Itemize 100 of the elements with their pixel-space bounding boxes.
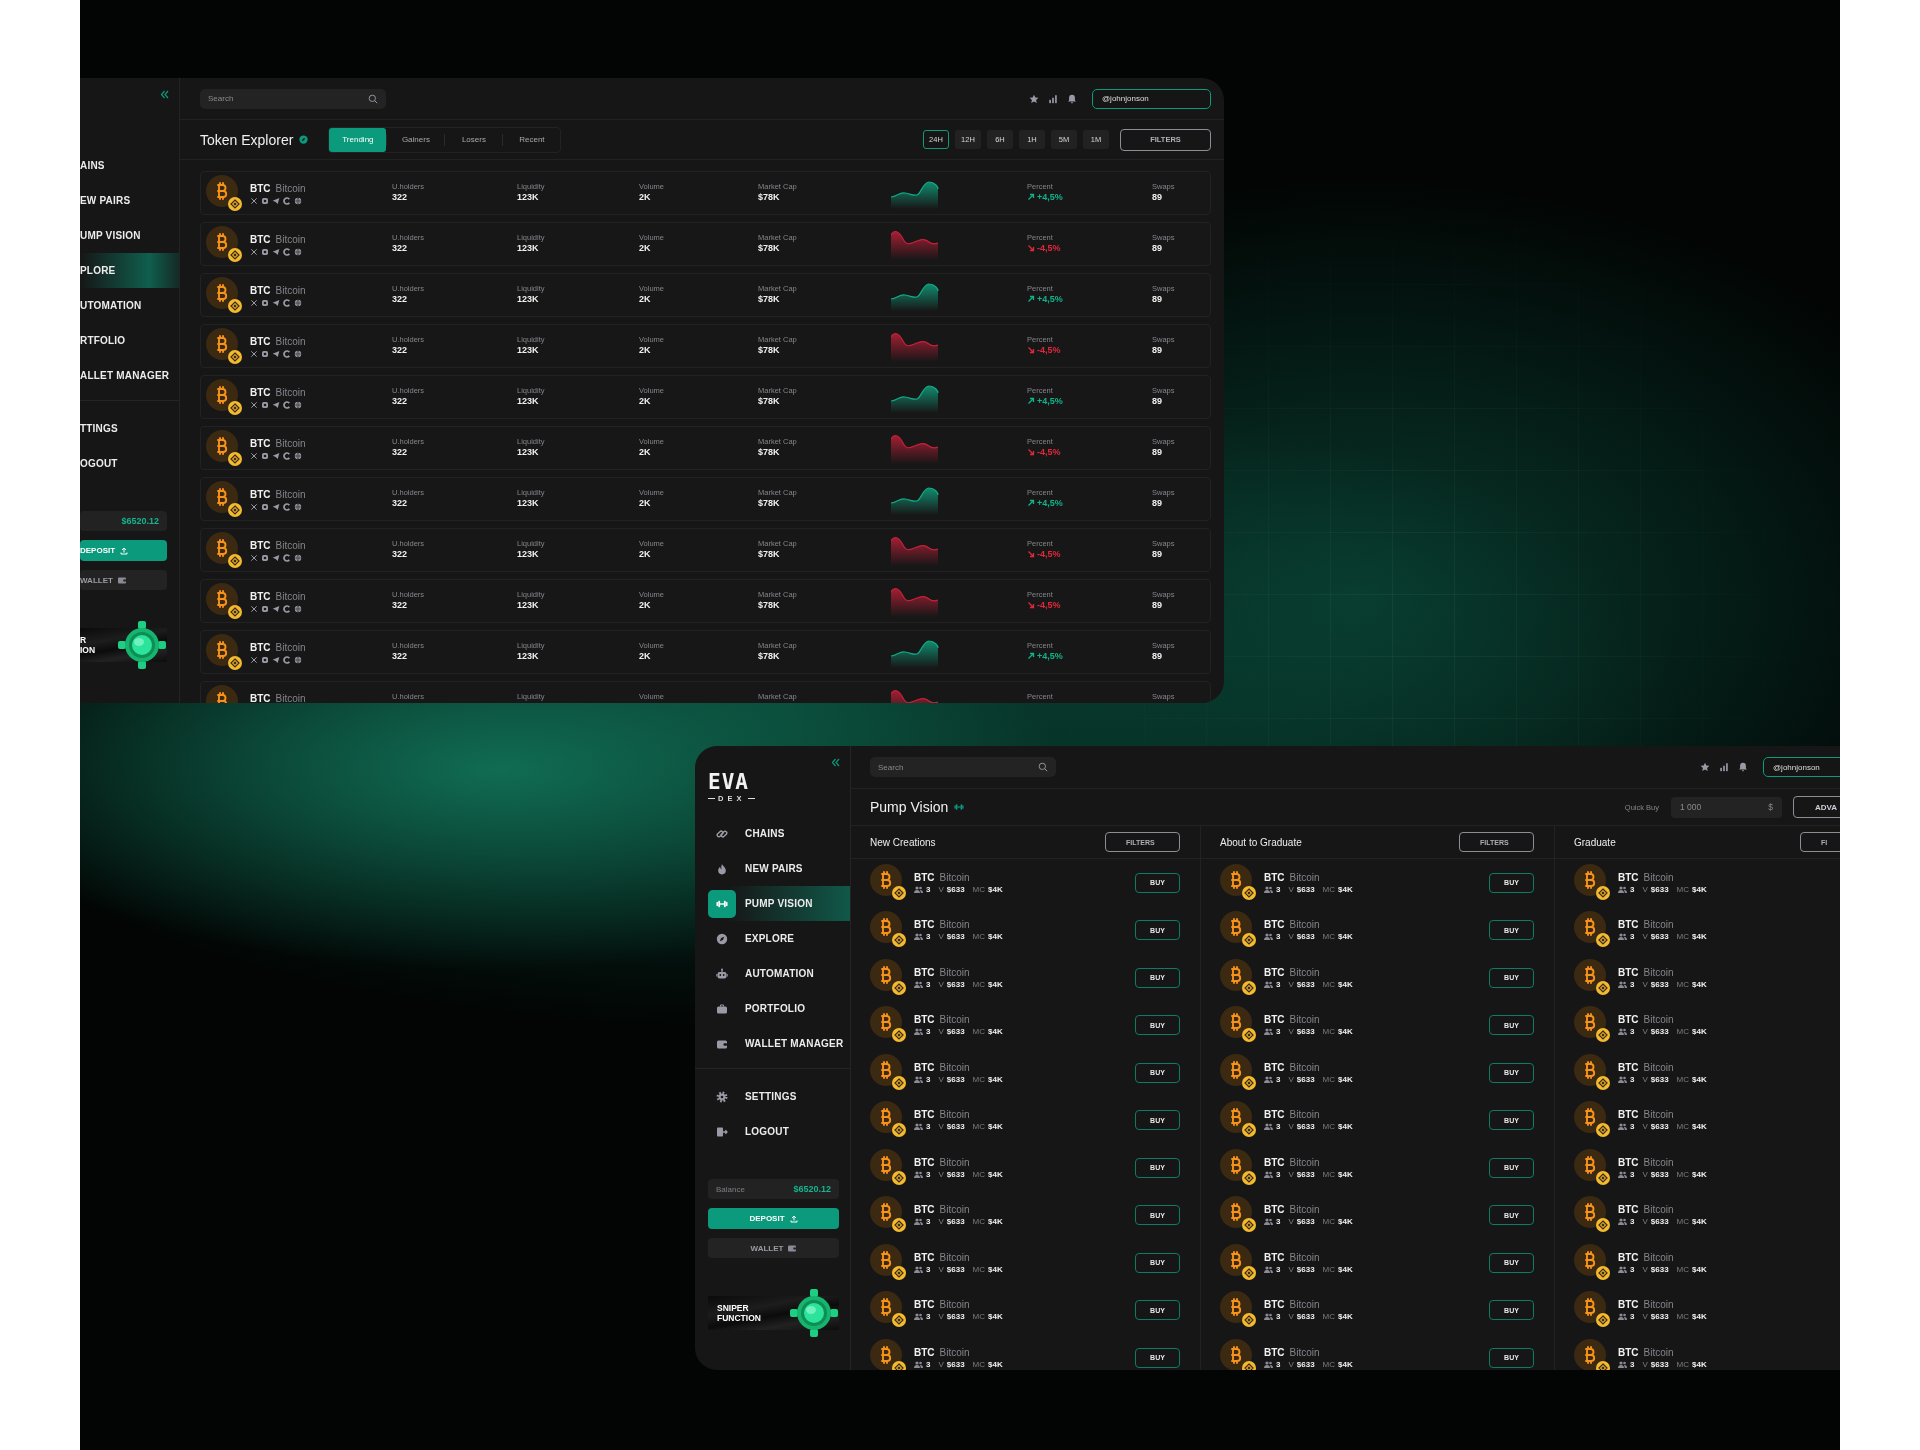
holders-count: 3 [1630,1312,1635,1322]
nav-item[interactable]: CHAINS [695,816,850,851]
c-logo-icon [283,350,291,358]
users-icon [1618,885,1627,893]
nav-item[interactable]: LOGOUT [695,1114,850,1149]
stat-value: $4K [1338,1074,1353,1084]
holders-count: 3 [1630,932,1635,942]
token-name: Bitcoin [939,966,970,978]
advanced-button[interactable]: ADVA [1793,796,1840,818]
token-symbol: BTC [1618,1346,1639,1358]
holders-count: 3 [1630,1217,1635,1227]
tab[interactable]: Gainers [387,127,445,152]
stat-label: MC [972,884,986,894]
bitcoin-coin-icon [1574,863,1612,902]
nav-item[interactable]: WALLET MANAGER [695,1026,850,1061]
nav-item[interactable]: PLORE [80,253,179,288]
arrow-up-right-icon [1027,295,1035,303]
token-name: Bitcoin [1643,1061,1674,1073]
stat-value: 123K [517,345,540,355]
users-icon [1618,1265,1627,1273]
stat-value: 2K [639,549,652,559]
bitcoin-coin-icon [870,1101,908,1140]
arrow-up-right-icon [1027,499,1035,507]
nav-item[interactable]: NEW PAIRS [695,851,850,886]
stat-value: $4K [988,884,1003,894]
stat-value: 123K [517,294,540,304]
bitcoin-coin-icon [206,481,244,519]
search-field[interactable]: Search [870,757,1056,777]
wallet-button[interactable]: WALLET [80,570,167,590]
bitcoin-coin-icon [1574,911,1612,950]
stat-value: 2K [639,651,652,661]
users-icon [1618,1170,1627,1178]
stat-value: $4K [988,1312,1003,1322]
stat-label: V [938,1027,944,1037]
arrow-up-right-icon [1027,397,1035,405]
token-symbol: BTC [1618,871,1639,883]
x-icon [250,605,258,613]
users-icon [1264,1313,1273,1321]
stat-value: $633 [1296,932,1315,942]
wallet-button[interactable]: WALLET [708,1238,839,1258]
collapse-icon[interactable] [831,758,840,767]
x-icon [250,350,258,358]
robot-icon [716,967,728,980]
logout-icon [716,1125,728,1138]
token-name: Bitcoin [1289,1204,1320,1216]
nav-item[interactable]: PORTFOLIO [695,991,850,1026]
nav-item[interactable]: OGOUT [80,446,179,481]
stat-value: 2K [639,600,652,610]
users-icon [914,1265,923,1273]
nav-item[interactable]: UTOMATION [80,288,179,323]
percent-change: +4,5% [1037,498,1063,508]
bitcoin-coin-icon [1220,1101,1258,1140]
users-icon [1264,1170,1273,1178]
stat-value: 123K [517,549,540,559]
user-button[interactable]: @johnjonson [1763,757,1840,777]
search-field[interactable]: Search [200,88,386,109]
nav-item[interactable]: SETTINGS [695,1079,850,1114]
stat-value: 89 [1152,447,1163,457]
stat-value: 89 [1152,600,1163,610]
percent-change: -4,5% [1037,447,1061,457]
users-icon [1264,1218,1273,1226]
user-button[interactable]: @johnjonson [1092,88,1211,109]
nav-item[interactable]: TTINGS [80,411,179,446]
paper-plane-icon [272,197,280,205]
bitcoin-coin-icon [870,1006,908,1045]
collapse-icon[interactable] [160,90,169,99]
deposit-button[interactable]: DEPOSIT [708,1208,839,1229]
nav-item[interactable]: AINS [80,148,179,183]
nav-item[interactable]: ALLET MANAGER [80,358,179,393]
tab[interactable]: Recent [503,127,561,152]
stat-value: $633 [1296,884,1315,894]
c-logo-icon [283,197,291,205]
stat-label: MC [972,1217,986,1227]
users-icon [914,1170,923,1178]
stat-label: MC [1676,1312,1690,1322]
sniper-function-banner[interactable]: R ION [80,620,167,670]
arrow-up-right-icon [1027,193,1035,201]
nav-item[interactable]: RTFOLIO [80,323,179,358]
bitcoin-coin-icon [1574,1243,1612,1282]
arrow-down-right-icon [1027,448,1035,456]
stat-label: V [1642,1217,1648,1227]
bitcoin-coin-icon [1220,863,1258,902]
users-icon [1264,1123,1273,1131]
stat-value: 322 [392,651,409,661]
deposit-button[interactable]: DEPOSIT [80,540,167,561]
balance-value: $6520.12 [793,1184,831,1194]
stat-label: V [1288,1027,1294,1037]
stat-value: $4K [1692,1122,1707,1132]
nav-item[interactable]: AUTOMATION [695,956,850,991]
x-icon [250,452,258,460]
nav-item[interactable]: EXPLORE [695,921,850,956]
sniper-function-banner[interactable]: SNIPER FUNCTION [708,1288,839,1338]
nav-item[interactable]: UMP VISION [80,218,179,253]
tab[interactable]: Trending [329,127,387,152]
token-symbol: BTC [1264,1299,1285,1311]
tab[interactable]: Losers [445,127,503,152]
search-icon [1038,762,1048,772]
nav-item[interactable]: EW PAIRS [80,183,179,218]
stat-value: $4K [988,1264,1003,1274]
paper-plane-icon [272,554,280,562]
